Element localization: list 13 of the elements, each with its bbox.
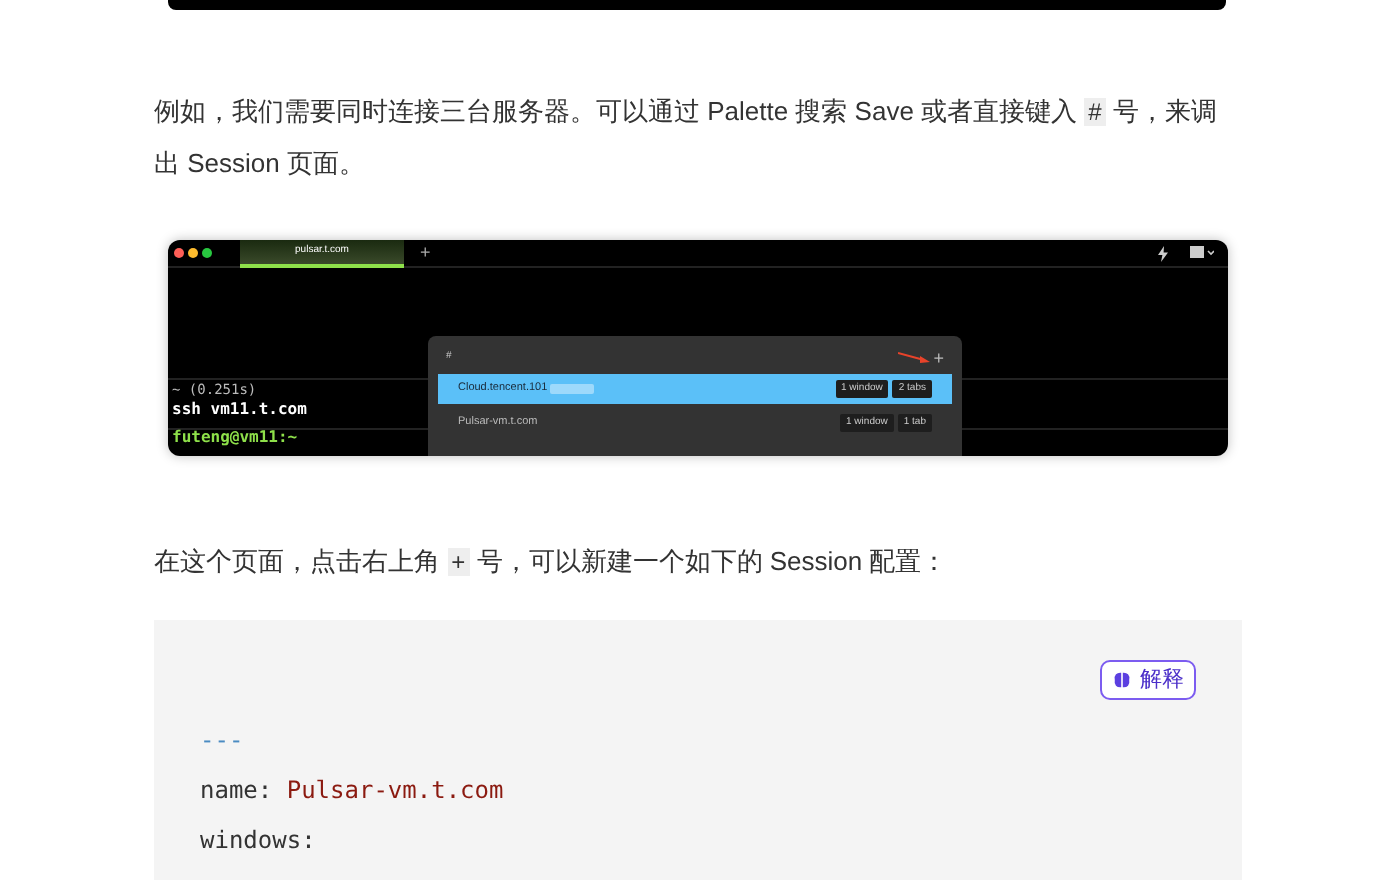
paragraph: 例如，我们需要同时连接三台服务器。可以通过 Palette 搜索 Save 或者直接键入 # 号，来调出 Session 页面。 xyxy=(154,94,1219,182)
code-line: name: Pulsar-vm.t.com xyxy=(200,774,506,808)
lightning-icon[interactable] xyxy=(1156,245,1170,261)
terminal-line: ssh vm11.t.com xyxy=(172,400,307,420)
code-line: windows: xyxy=(200,824,318,858)
code-line: --- xyxy=(200,724,246,758)
paragraph: 在这个页面，点击右上角 + 号，可以新建一个如下的 Session 配置： xyxy=(154,544,950,580)
explain-button[interactable]: 解释 xyxy=(1100,660,1196,700)
terminal-line: futeng@vm11:~ xyxy=(172,428,300,448)
add-session-button[interactable]: + xyxy=(933,349,944,367)
layout-icon[interactable] xyxy=(1190,246,1214,260)
new-tab-button[interactable]: + xyxy=(420,244,431,262)
arrow-icon xyxy=(897,352,930,364)
